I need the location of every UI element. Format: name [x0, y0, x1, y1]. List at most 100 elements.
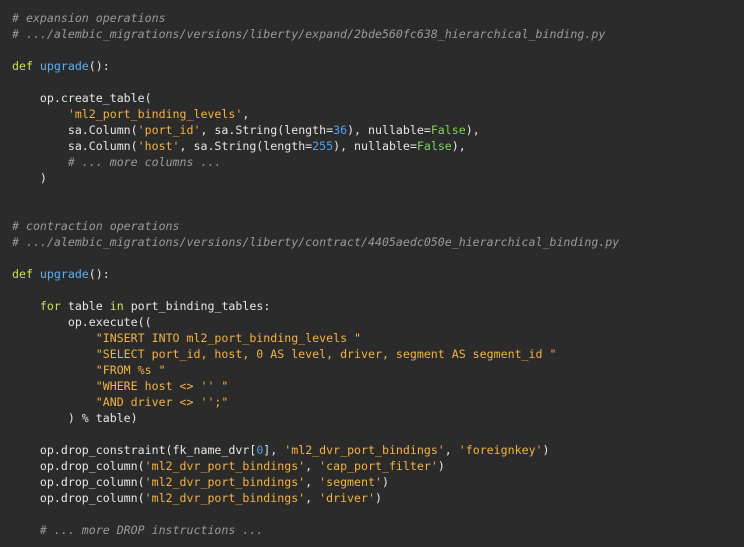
comment-token: # ... more DROP instructions ...: [39, 523, 264, 537]
keyword-token: for: [39, 299, 61, 313]
code-token: ): [381, 475, 389, 489]
code-token: op.create_table(: [12, 91, 152, 105]
string-token: 'ml2_port_binding_levels': [67, 107, 243, 121]
code-token: ,: [242, 107, 250, 121]
number-token: 255: [312, 139, 334, 153]
code-line: def upgrade():: [12, 58, 744, 74]
code-line: # contraction operations: [12, 218, 744, 234]
code-line: # ... more columns ...: [12, 154, 744, 170]
code-line: "AND driver <> '';": [12, 394, 744, 410]
code-token: ,: [305, 491, 320, 505]
string-token: 'ml2_dvr_port_bindings': [284, 443, 445, 457]
string-token: "FROM %s ": [95, 363, 166, 377]
code-token: ),: [451, 139, 466, 153]
code-token: ),: [465, 123, 480, 137]
code-line: sa.Column('host', sa.String(length=255),…: [12, 138, 744, 154]
code-line: "FROM %s ": [12, 362, 744, 378]
string-token: 'ml2_dvr_port_bindings': [144, 475, 306, 489]
number-token: 36: [333, 123, 348, 137]
code-line: 'ml2_port_binding_levels',: [12, 106, 744, 122]
keyword-token: in: [109, 299, 124, 313]
string-token: 'segment': [319, 475, 382, 489]
keyword-token: def: [12, 267, 40, 281]
code-token: ): [12, 171, 47, 185]
string-token: "AND driver <> '';": [95, 395, 229, 409]
code-token: ): [437, 459, 445, 473]
code-line: op.drop_column('ml2_dvr_port_bindings', …: [12, 474, 744, 490]
code-line: ) % table): [12, 410, 744, 426]
string-token: 'host': [137, 139, 180, 153]
boolean-token: False: [416, 139, 452, 153]
boolean-token: False: [430, 123, 466, 137]
string-token: 'port_id': [137, 123, 201, 137]
code-token: ,: [444, 443, 459, 457]
string-token: "SELECT port_id, host, 0 AS level, drive…: [95, 347, 557, 361]
keyword-token: def: [12, 59, 40, 73]
code-token: sa.Column(: [12, 139, 138, 153]
comment-token: # .../alembic_migrations/versions/libert…: [12, 27, 606, 41]
code-line: # ... more DROP instructions ...: [12, 522, 744, 538]
code-line: def upgrade():: [12, 266, 744, 282]
function-name-token: upgrade: [39, 59, 89, 73]
code-line: # .../alembic_migrations/versions/libert…: [12, 26, 744, 42]
code-line: op.drop_column('ml2_dvr_port_bindings', …: [12, 458, 744, 474]
function-name-token: upgrade: [39, 267, 89, 281]
code-token: ,: [305, 475, 320, 489]
code-line: # .../alembic_migrations/versions/libert…: [12, 234, 744, 250]
code-token: ) % table): [12, 411, 138, 425]
string-token: 'driver': [319, 491, 375, 505]
string-token: 'ml2_dvr_port_bindings': [144, 491, 306, 505]
code-token: op.execute((: [12, 315, 152, 329]
code-token: op.drop_column(: [12, 475, 145, 489]
code-token: ), nullable=: [347, 123, 431, 137]
comment-token: # expansion operations: [12, 11, 166, 25]
code-line: "SELECT port_id, host, 0 AS level, drive…: [12, 346, 744, 362]
comment-token: # ... more columns ...: [67, 155, 222, 169]
string-token: "WHERE host <> '' ": [95, 379, 229, 393]
code-line: op.drop_column('ml2_dvr_port_bindings', …: [12, 490, 744, 506]
code-token: , sa.String(length=: [179, 139, 313, 153]
comment-token: # .../alembic_migrations/versions/libert…: [12, 235, 620, 249]
code-token: op.drop_column(: [12, 491, 145, 505]
code-token: table: [60, 299, 110, 313]
comment-token: # contraction operations: [12, 219, 180, 233]
code-token: ():: [88, 59, 110, 73]
string-token: 'foreignkey': [458, 443, 543, 457]
code-line: "INSERT INTO ml2_port_binding_levels ": [12, 330, 744, 346]
string-token: "INSERT INTO ml2_port_binding_levels ": [95, 331, 362, 345]
code-line: sa.Column('port_id', sa.String(length=36…: [12, 122, 744, 138]
code-token: ,: [305, 459, 320, 473]
code-token: ): [542, 443, 550, 457]
code-line: op.create_table(: [12, 90, 744, 106]
code-token: ), nullable=: [333, 139, 417, 153]
code-line: for table in port_binding_tables:: [12, 298, 744, 314]
code-line: op.execute((: [12, 314, 744, 330]
code-token: port_binding_tables:: [123, 299, 271, 313]
string-token: 'cap_port_filter': [319, 459, 438, 473]
code-token: , sa.String(length=: [200, 123, 334, 137]
code-token: ():: [88, 267, 110, 281]
code-token: op.drop_constraint(fk_name_dvr[: [12, 443, 257, 457]
code-token: ): [374, 491, 382, 505]
code-view: # expansion operations # .../alembic_migr…: [0, 0, 744, 547]
code-line: # expansion operations: [12, 10, 744, 26]
code-line: op.drop_constraint(fk_name_dvr[0], 'ml2_…: [12, 442, 744, 458]
string-token: 'ml2_dvr_port_bindings': [144, 459, 306, 473]
code-token: ],: [263, 443, 285, 457]
